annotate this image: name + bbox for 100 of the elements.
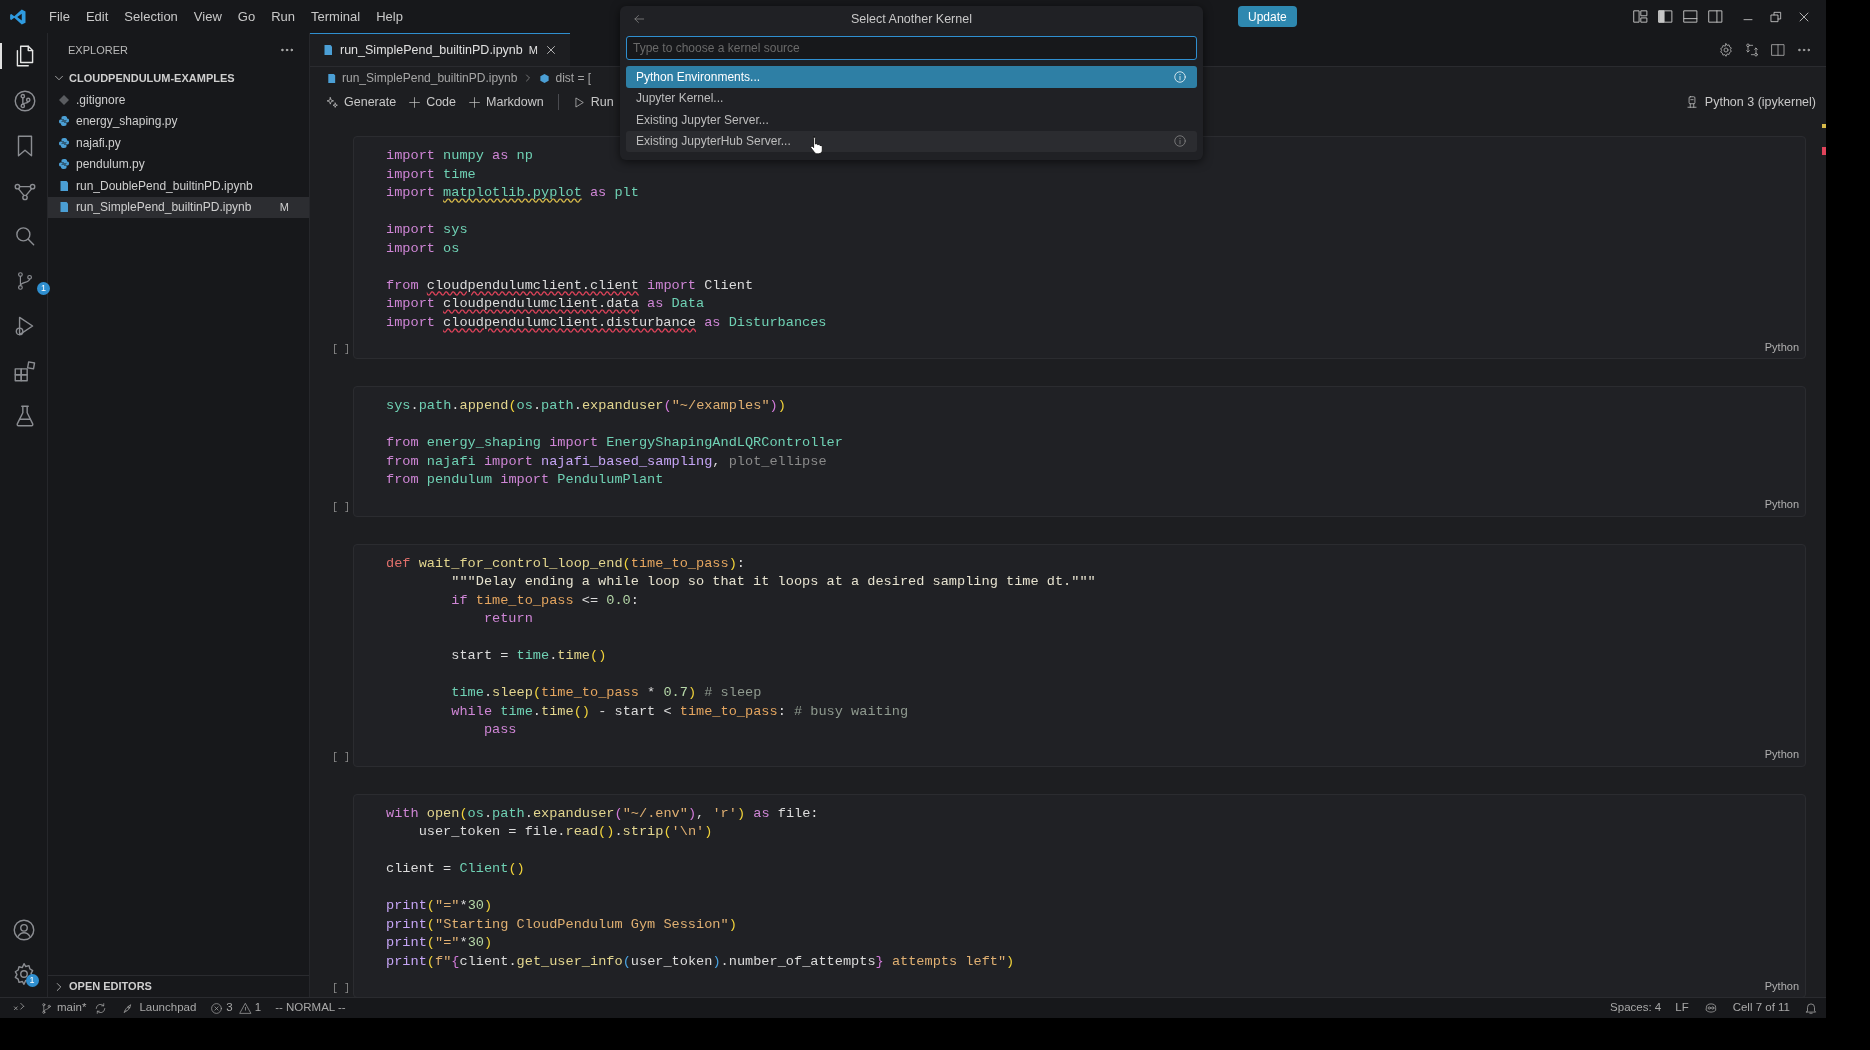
python-icon bbox=[58, 115, 70, 128]
search-field[interactable]: Type to choose a kernel source bbox=[626, 36, 1197, 60]
code-line: start = time.time() bbox=[450, 647, 608, 665]
kernel-picker[interactable]: Python 3 (ipykernel) bbox=[1684, 92, 1816, 112]
warning-icon bbox=[238, 1001, 252, 1015]
quick-pick-item[interactable]: Existing JupyterHub Server... bbox=[626, 130, 1197, 152]
plus-icon bbox=[408, 95, 422, 109]
error-icon bbox=[210, 1001, 224, 1015]
tree-item[interactable]: najafi.py bbox=[48, 132, 309, 154]
back-arrow-icon[interactable] bbox=[632, 12, 646, 26]
bell-icon[interactable] bbox=[1804, 1001, 1818, 1015]
code-line: import numpy as np bbox=[386, 147, 534, 165]
code-line: print("="*30) bbox=[386, 934, 494, 952]
code-line: import matplotlib.pyplot as plt bbox=[386, 184, 640, 202]
cell-position-status[interactable]: Cell 7 of 11 bbox=[1732, 999, 1790, 1017]
plus-icon bbox=[468, 95, 481, 109]
app-logo-icon bbox=[9, 7, 27, 26]
warning-count: 1 bbox=[254, 1000, 262, 1016]
indentation-status[interactable]: Spaces: 4 bbox=[1610, 999, 1662, 1017]
menu-item[interactable]: View bbox=[185, 4, 230, 29]
breadcrumb-item[interactable]: dist = [ bbox=[555, 69, 592, 87]
symbol-icon bbox=[539, 72, 551, 84]
code-line: sys.path.append(os.path.expanduser("~/examples")) bbox=[386, 397, 787, 415]
menu-item[interactable]: Edit bbox=[77, 4, 117, 29]
update-button[interactable]: Update bbox=[1238, 6, 1297, 27]
python-icon bbox=[58, 158, 70, 171]
branch-icon bbox=[40, 1001, 53, 1015]
code-line: import time bbox=[386, 165, 477, 184]
sparkle-icon bbox=[326, 95, 339, 109]
toolbar-button[interactable]: Run bbox=[566, 91, 620, 113]
execution-count: [ ] bbox=[332, 982, 350, 996]
hand-cursor-icon bbox=[809, 134, 825, 155]
vim-mode: -- NORMAL -- bbox=[275, 1000, 346, 1016]
execution-count: [ ] bbox=[332, 343, 350, 357]
menu-item[interactable]: Run bbox=[263, 4, 303, 29]
notebook-icon bbox=[58, 201, 70, 214]
line-ending-status[interactable]: LF bbox=[1675, 999, 1689, 1017]
cell-language[interactable]: Python bbox=[1764, 338, 1799, 355]
tree-item[interactable]: energy_shaping.py bbox=[48, 110, 309, 132]
code-line: client = Client() bbox=[386, 860, 526, 878]
notebook-icon bbox=[58, 179, 70, 192]
notification-badge: 1 bbox=[37, 282, 50, 295]
cell-language[interactable]: Python bbox=[1764, 496, 1799, 513]
quick-pick-title: Select Another Kernel bbox=[851, 10, 972, 28]
tree-item[interactable]: run_SimplePend_builtinPD.ipynb M bbox=[48, 196, 309, 218]
settings-icon[interactable] bbox=[1718, 41, 1734, 58]
notebook-icon bbox=[326, 72, 337, 84]
code-cell[interactable] bbox=[353, 136, 1806, 359]
code-line: import cloudpendulumclient.data as Data bbox=[386, 295, 706, 313]
split-editor-icon[interactable] bbox=[1770, 41, 1786, 58]
quick-pick-item[interactable]: Existing Jupyter Server... bbox=[626, 109, 1197, 131]
code-line: time.sleep(time_to_pass * 0.7) # sleep bbox=[450, 684, 763, 702]
code-line: pass bbox=[482, 721, 518, 739]
cell-language[interactable]: Python bbox=[1764, 746, 1799, 763]
toolbar-button[interactable]: Markdown bbox=[462, 91, 550, 113]
launchpad-button[interactable]: Launchpad bbox=[121, 999, 197, 1017]
toolbar-button[interactable]: Generate bbox=[320, 91, 403, 113]
cell-language[interactable]: Python bbox=[1764, 977, 1799, 994]
tree-item[interactable]: .gitignore bbox=[48, 89, 309, 111]
menu-item[interactable]: Go bbox=[229, 4, 264, 29]
code-line: from energy_shaping import EnergyShapingAndLQRController bbox=[386, 434, 844, 452]
code-line: import sys bbox=[386, 221, 469, 239]
server-icon bbox=[1684, 95, 1699, 109]
error-count: 3 bbox=[226, 1000, 233, 1016]
editor-tab[interactable]: run_SimplePend_builtinPD.ipynb M bbox=[310, 33, 570, 66]
menu-item[interactable]: Terminal bbox=[303, 4, 369, 29]
secondary-sidebar-icon[interactable] bbox=[1707, 8, 1724, 25]
menu-item[interactable]: Help bbox=[368, 4, 411, 29]
info-icon[interactable] bbox=[1173, 69, 1187, 84]
problems-button[interactable]: 3 1 bbox=[210, 999, 262, 1017]
layout-icon[interactable] bbox=[1632, 8, 1649, 25]
code-line: while time.time() - start < time_to_pass: # busy waiting bbox=[450, 702, 910, 721]
code-line: def wait_for_control_loop_end(time_to_pass): bbox=[386, 554, 746, 573]
menu-item[interactable]: File bbox=[41, 4, 78, 29]
compare-icon[interactable] bbox=[1744, 41, 1760, 58]
code-line: if time_to_pass <= 0.0: bbox=[450, 591, 640, 610]
execution-count: [ ] bbox=[332, 500, 350, 515]
execution-count: [ ] bbox=[332, 750, 350, 765]
toolbar-button[interactable]: Code bbox=[402, 91, 462, 113]
tree-item[interactable]: pendulum.py bbox=[48, 153, 309, 175]
breadcrumb-item[interactable]: run_SimplePend_builtinPD.ipynb bbox=[342, 69, 518, 87]
menu-item[interactable]: Selection bbox=[116, 4, 186, 29]
folder-row[interactable]: CLOUDPENDULUM-EXAMPLES bbox=[48, 67, 309, 89]
quick-pick-item[interactable]: Python Environments... bbox=[626, 66, 1197, 88]
sidebar-toggle-icon[interactable] bbox=[1657, 8, 1674, 25]
tree-item[interactable]: run_DoublePend_builtinPD.ipynb bbox=[48, 175, 309, 197]
branch-button[interactable]: main* bbox=[40, 999, 87, 1017]
diamond-icon bbox=[58, 93, 70, 106]
panel-toggle-icon[interactable] bbox=[1682, 8, 1699, 25]
sync-icon[interactable] bbox=[94, 1001, 108, 1015]
code-line: import cloudpendulumclient.disturbance as Disturbances bbox=[386, 313, 828, 332]
sidebar-title: EXPLORER bbox=[68, 42, 128, 58]
code-line: return bbox=[482, 610, 534, 628]
quick-pick-item[interactable]: Jupyter Kernel... bbox=[626, 87, 1197, 109]
code-line: with open(os.path.expanduser("~/.env"), 'r') as file: bbox=[386, 804, 820, 823]
python-icon bbox=[58, 136, 70, 149]
info-icon[interactable] bbox=[1173, 134, 1187, 149]
code-line: """Delay ending a while loop so that it loops at a desired sampling time dt.""" bbox=[450, 573, 1097, 591]
code-line: from najafi import najafi_based_sampling, plot_ellipse bbox=[386, 452, 828, 471]
code-line: import os bbox=[386, 239, 461, 258]
